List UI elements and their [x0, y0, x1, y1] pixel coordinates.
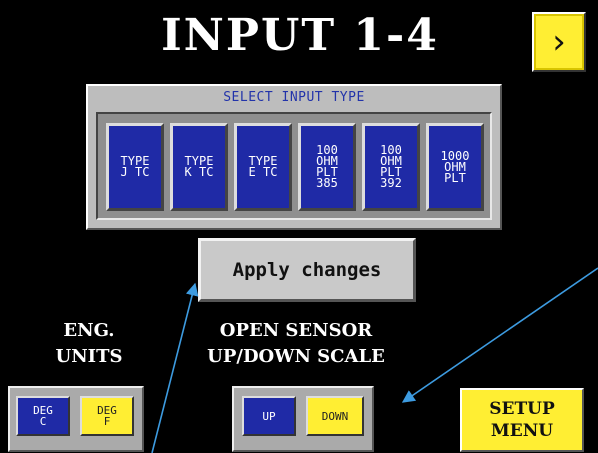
button-text-line: DOWN: [321, 409, 349, 423]
setup-menu-line1: SETUP: [489, 399, 555, 419]
eng-units-label: ENG. UNITS: [24, 318, 154, 370]
setup-menu-button[interactable]: SETUP MENU: [460, 388, 584, 452]
chevron-right-icon: ›: [552, 22, 566, 62]
button-text-line: K TC: [184, 165, 214, 179]
annotation-arrow-down: [401, 267, 598, 403]
annotation-arrow-apply: [151, 282, 199, 453]
apply-changes-button[interactable]: Apply changes: [198, 238, 416, 302]
open-sensor-label-line1: OPEN SENSOR: [219, 320, 373, 341]
setup-menu-line2: MENU: [490, 421, 554, 441]
page-title: INPUT 1-4: [161, 10, 439, 61]
down-scale-button[interactable]: DOWN: [306, 396, 364, 436]
input-type-100-ohm-plt-392-button[interactable]: 100 OHM PLT 392: [362, 123, 420, 211]
eng-units-label-line1: ENG.: [63, 320, 115, 341]
eng-units-label-line2: UNITS: [55, 346, 123, 367]
button-text-line: UP: [262, 409, 276, 423]
next-page-button[interactable]: ›: [532, 12, 586, 72]
button-text-line: 392: [380, 176, 402, 190]
open-sensor-label: OPEN SENSOR UP/DOWN SCALE: [196, 318, 396, 370]
button-text-line: PLT: [444, 170, 466, 185]
button-text-line: C: [39, 415, 47, 428]
button-text-line: E TC: [248, 165, 278, 179]
input-type-100-ohm-plt-385-button[interactable]: 100 OHM PLT 385: [298, 123, 356, 211]
up-scale-button[interactable]: UP: [242, 396, 296, 436]
deg-c-button[interactable]: DEG C: [16, 396, 70, 436]
button-text-line: F: [103, 415, 111, 428]
button-text-line: 385: [316, 176, 338, 190]
input-type-k-tc-button[interactable]: TYPE K TC: [170, 123, 228, 211]
button-text-line: J TC: [120, 165, 150, 179]
input-type-panel-title: SELECT INPUT TYPE: [223, 90, 365, 105]
input-type-j-tc-button[interactable]: TYPE J TC: [106, 123, 164, 211]
open-sensor-label-line2: UP/DOWN SCALE: [207, 346, 385, 367]
input-type-1000-ohm-plt-button[interactable]: 1000 OHM PLT: [426, 123, 484, 211]
deg-f-button[interactable]: DEG F: [80, 396, 134, 436]
input-type-e-tc-button[interactable]: TYPE E TC: [234, 123, 292, 211]
